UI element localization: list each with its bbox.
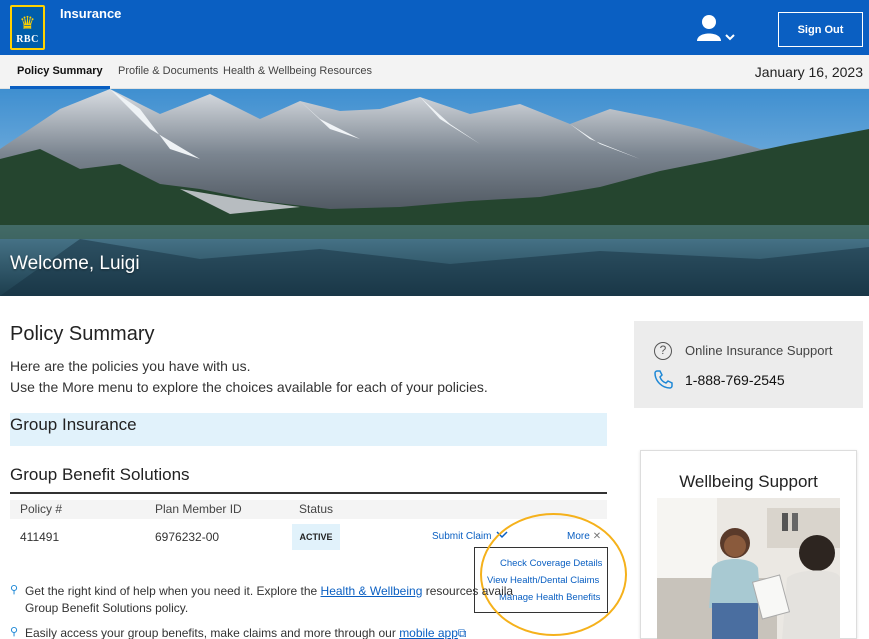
welcome-message: Welcome, Luigi [10,253,140,274]
logo-text: RBC [16,34,39,45]
chevron-down-icon [725,34,735,41]
user-menu[interactable] [695,13,740,45]
section-title: Group Benefit Solutions [10,465,190,484]
column-header: Plan Member ID [155,502,242,516]
top-header: ♛ RBC Insurance Sign Out [0,0,869,55]
group-heading-label: Group Insurance [10,415,137,434]
phone-icon [654,370,673,389]
app-title: Insurance [60,6,122,21]
submit-claim-dropdown[interactable]: Submit Claim [432,531,508,542]
policy-number: 411491 [20,530,60,544]
page-title: Policy Summary [10,323,155,345]
menu-item-check-coverage[interactable]: Check Coverage Details [500,558,602,569]
plan-member-id: 6976232-00 [155,530,220,544]
location-pin-icon: ⚲ [10,626,19,638]
mobile-app-link[interactable]: mobile app [399,626,458,639]
wellbeing-tip: Get the right kind of help when you need… [25,584,514,598]
wellbeing-title: Wellbeing Support [679,472,818,491]
hero-banner: Welcome, Luigi [0,89,869,296]
close-icon: ✕ [592,531,602,542]
status-badge: ACTIVE [292,524,340,550]
chevron-down-icon [496,531,508,539]
more-label: More [567,531,590,542]
support-label: Online Insurance Support [685,343,833,358]
tab-profile-documents[interactable]: Profile & Documents [118,55,218,89]
location-pin-icon: ⚲ [10,584,19,596]
lion-icon: ♛ [19,13,36,33]
main-nav: Policy Summary Profile & Documents Healt… [0,55,869,89]
intro-text: Here are the policies you have with us. [10,358,251,374]
health-wellbeing-link[interactable]: Health & Wellbeing [321,584,423,598]
rbc-logo[interactable]: ♛ RBC [10,5,45,50]
column-header: Status [299,502,334,516]
tab-health-wellbeing[interactable]: Health & Wellbeing Resources [223,55,372,89]
tab-policy-summary[interactable]: Policy Summary [10,55,110,89]
table-header: Policy # Plan Member ID Status [10,500,607,519]
more-menu: Check Coverage Details View Health/Denta… [474,547,608,613]
wellbeing-photo [657,498,840,639]
help-icon: ? [654,342,672,360]
mobile-app-tip: Easily access your group benefits, make … [25,626,467,639]
wellbeing-tip-line2: Group Benefit Solutions policy. [25,601,189,615]
sign-out-button[interactable]: Sign Out [778,12,863,47]
intro-text: Use the More menu to explore the choices… [10,379,488,395]
external-link-icon: ⧉ [457,626,467,639]
submit-claim-label: Submit Claim [432,531,492,542]
group-insurance-heading: Group Insurance [10,413,607,446]
wellbeing-card[interactable]: Wellbeing Support [640,450,857,639]
support-panel: ? Online Insurance Support 1-888-769-254… [634,321,863,408]
more-menu-button[interactable]: More ✕ [567,531,601,542]
current-date: January 16, 2023 [754,64,863,80]
support-phone[interactable]: 1-888-769-2545 [685,372,785,388]
divider [10,492,607,494]
menu-item-manage-benefits[interactable]: Manage Health Benefits [499,592,600,603]
user-icon [697,15,735,41]
column-header: Policy # [20,502,63,516]
